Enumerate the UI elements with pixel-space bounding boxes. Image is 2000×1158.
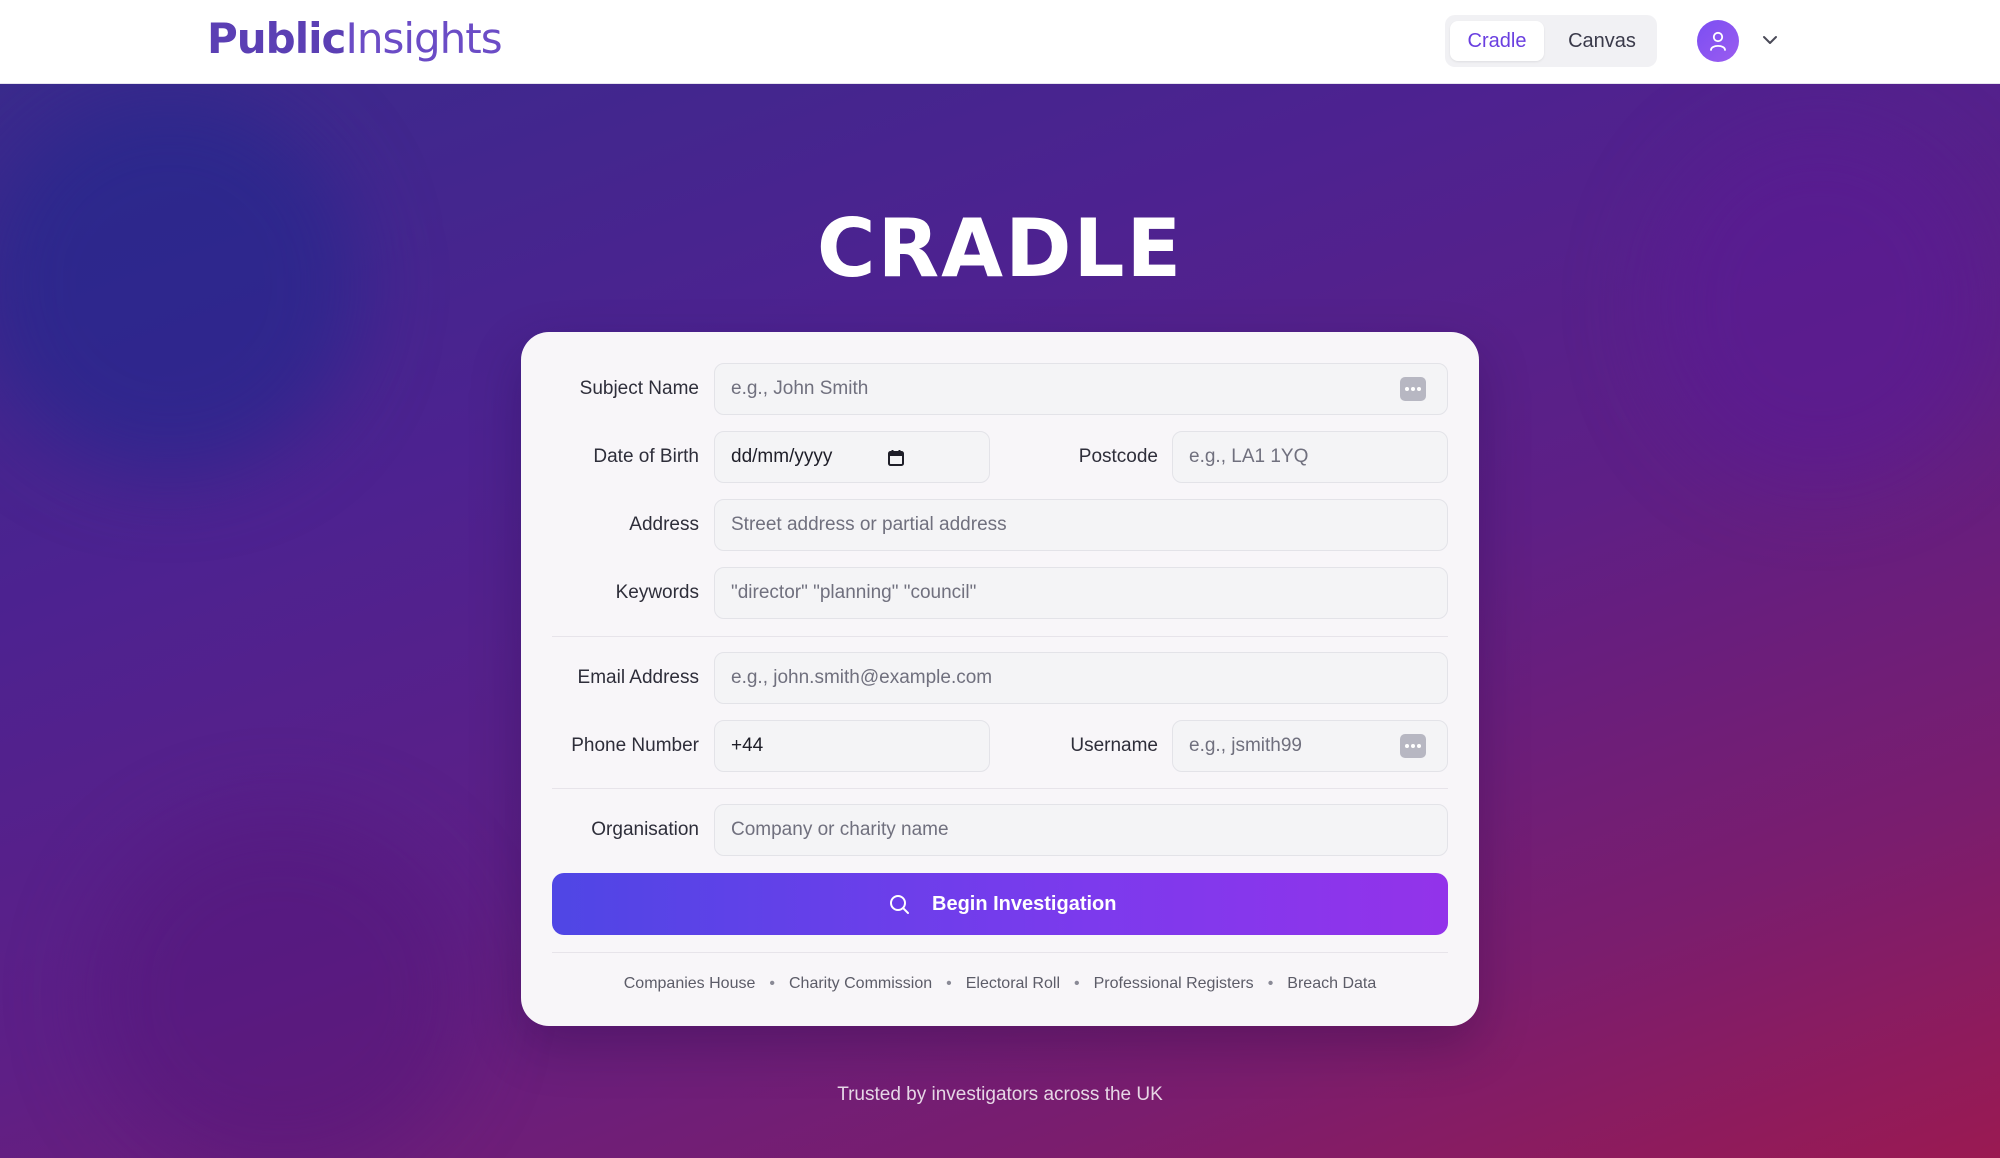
source-item: Companies House: [623, 975, 756, 992]
app-switcher: Cradle Canvas: [1445, 15, 1657, 67]
phone-number-input[interactable]: +44: [714, 720, 990, 772]
search-icon: [890, 895, 909, 914]
page-title: CRADLE: [816, 202, 1184, 295]
tab-cradle[interactable]: Cradle: [1450, 21, 1544, 61]
source-item: Charity Commission: [788, 975, 933, 992]
email-label: Email Address: [577, 667, 699, 688]
tab-canvas[interactable]: Canvas: [1552, 21, 1652, 61]
password-manager-icon[interactable]: [1400, 734, 1426, 758]
date-of-birth-value: dd/mm/yyyy: [731, 446, 833, 467]
section-divider: [552, 788, 1448, 789]
hero-section: CRADLE Subject Name e.g., John Smith Dat…: [0, 84, 2000, 1158]
email-placeholder: e.g., john.smith@example.com: [731, 667, 993, 688]
address-placeholder: Street address or partial address: [731, 514, 1007, 535]
chevron-down-icon[interactable]: [1760, 30, 1780, 50]
background-blob: [1650, 124, 1990, 484]
keywords-input[interactable]: "director" "planning" "council": [714, 567, 1448, 619]
begin-investigation-label: Begin Investigation: [932, 893, 1117, 915]
source-item: Breach Data: [1287, 975, 1377, 992]
date-of-birth-label: Date of Birth: [593, 446, 699, 467]
subject-name-input[interactable]: e.g., John Smith: [714, 363, 1448, 415]
organisation-label: Organisation: [591, 819, 699, 840]
address-label: Address: [629, 514, 699, 535]
source-separator: •: [946, 975, 952, 992]
calendar-icon[interactable]: [887, 449, 905, 467]
source-separator: •: [1267, 975, 1274, 992]
username-input[interactable]: e.g., jsmith99: [1172, 720, 1448, 772]
user-avatar[interactable]: [1697, 20, 1739, 62]
logo-text-public: Public: [207, 14, 346, 63]
date-of-birth-input[interactable]: dd/mm/yyyy: [714, 431, 990, 483]
address-input[interactable]: Street address or partial address: [714, 499, 1448, 551]
keywords-label: Keywords: [615, 582, 699, 603]
source-separator: •: [769, 975, 775, 992]
source-item: Professional Registers: [1093, 975, 1254, 992]
username-label: Username: [1070, 735, 1158, 756]
phone-number-value: +44: [731, 735, 764, 756]
organisation-placeholder: Company or charity name: [731, 819, 949, 840]
top-navigation-bar: PublicInsights Cradle Canvas: [0, 0, 2000, 84]
source-item: Electoral Roll: [965, 975, 1060, 992]
search-form-card: Subject Name e.g., John Smith Date of Bi…: [521, 332, 1479, 1026]
postcode-label: Postcode: [1078, 446, 1158, 467]
postcode-placeholder: e.g., LA1 1YQ: [1189, 446, 1309, 467]
logo-text-insights: Insights: [345, 14, 502, 63]
background-blob: [90, 814, 470, 1158]
section-divider: [552, 952, 1448, 953]
organisation-input[interactable]: Company or charity name: [714, 804, 1448, 856]
username-placeholder: e.g., jsmith99: [1189, 735, 1302, 756]
logo[interactable]: PublicInsights: [207, 14, 503, 63]
phone-number-label: Phone Number: [571, 735, 699, 756]
subject-name-label: Subject Name: [579, 378, 699, 399]
user-icon: [1710, 31, 1726, 51]
password-manager-icon[interactable]: [1400, 377, 1426, 401]
email-input[interactable]: e.g., john.smith@example.com: [714, 652, 1448, 704]
begin-investigation-button[interactable]: Begin Investigation: [552, 873, 1448, 935]
section-divider: [552, 636, 1448, 637]
postcode-input[interactable]: e.g., LA1 1YQ: [1172, 431, 1448, 483]
tagline: Trusted by investigators across the UK: [837, 1084, 1163, 1105]
keywords-placeholder: "director" "planning" "council": [731, 582, 977, 603]
source-separator: •: [1074, 975, 1080, 992]
data-sources-list: Companies House • Charity Commission • Elect…: [552, 975, 1448, 993]
subject-name-placeholder: e.g., John Smith: [731, 378, 869, 399]
